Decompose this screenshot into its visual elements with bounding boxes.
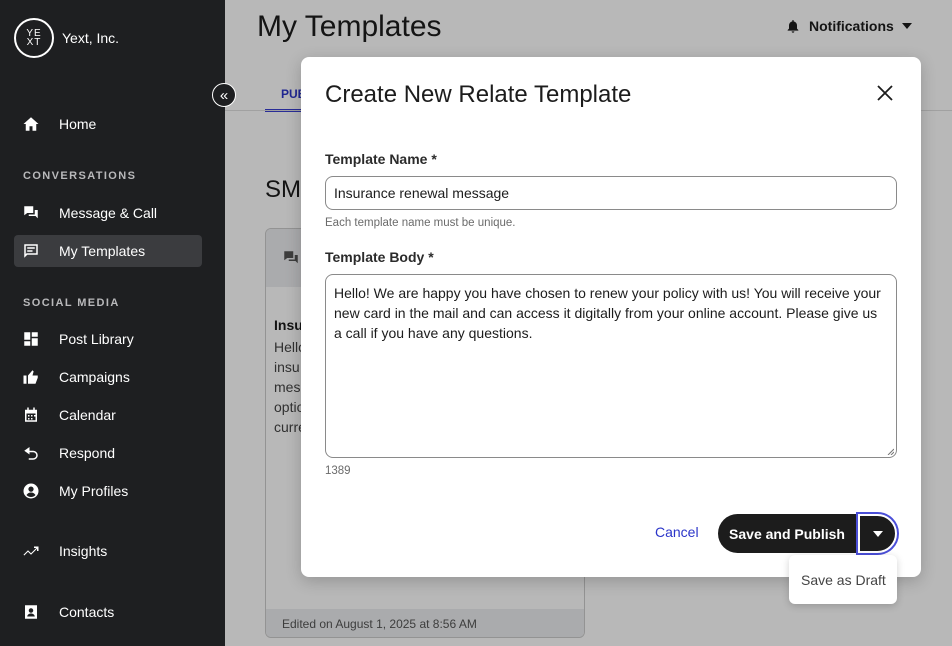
create-template-modal: Create New Relate Template Template Name… [301,57,921,577]
collapse-sidebar-button[interactable]: « [212,83,236,107]
modal-title: Create New Relate Template [325,81,632,108]
home-icon [22,115,40,133]
close-icon [877,85,893,101]
contacts-icon [22,603,40,621]
brand[interactable]: YE XT Yext, Inc. [14,18,119,58]
template-body-label: Template Body * [325,249,434,265]
sidebar-item-label: Calendar [59,407,116,423]
thumbs-up-icon [22,368,40,386]
sidebar-item-label: Message & Call [59,205,158,221]
chevron-down-icon [872,530,883,537]
template-body-input[interactable]: Hello! We are happy you have chosen to r… [325,274,897,458]
sidebar-item-label: Contacts [59,604,115,620]
sidebar-item-label: Campaigns [59,369,130,385]
save-and-publish-button[interactable]: Save and Publish [718,514,856,553]
cancel-button[interactable]: Cancel [655,524,699,540]
sidebar-item-message-call[interactable]: Message & Call [14,197,202,229]
reply-icon [22,444,40,462]
sidebar-item-label: My Templates [59,243,146,259]
grid-icon [22,330,40,348]
section-label-social-media: SOCIAL MEDIA [23,297,120,309]
sidebar-item-post-library[interactable]: Post Library [14,323,202,355]
sidebar-item-insights[interactable]: Insights [14,535,202,567]
section-label-conversations: CONVERSATIONS [23,170,137,182]
character-count: 1389 [325,465,351,477]
chat-icon [22,204,40,222]
resize-handle-icon[interactable] [886,447,894,455]
sidebar-item-label: My Profiles [59,483,129,499]
template-name-label: Template Name * [325,151,437,167]
sidebar-item-campaigns[interactable]: Campaigns [14,361,202,393]
close-button[interactable] [873,81,897,105]
save-options-dropdown-button[interactable] [856,512,899,555]
sidebar-item-label: Insights [59,543,108,559]
sidebar-item-my-profiles[interactable]: My Profiles [14,475,202,507]
sidebar-item-calendar[interactable]: Calendar [14,399,202,431]
sidebar-item-label: Home [59,116,97,132]
sidebar-item-respond[interactable]: Respond [14,437,202,469]
sidebar-item-label: Post Library [59,331,134,347]
sidebar-item-home[interactable]: Home [14,108,202,140]
brand-name: Yext, Inc. [62,30,120,46]
sidebar: YE XT Yext, Inc. Home CONVERSATIONS Messa… [0,0,225,646]
template-icon [22,242,40,260]
template-name-input[interactable] [325,176,897,210]
trend-icon [22,542,40,560]
sidebar-item-my-templates[interactable]: My Templates [14,235,202,267]
calendar-icon [22,406,40,424]
profile-icon [22,482,40,500]
save-as-draft-option[interactable]: Save as Draft [801,572,886,588]
save-options-menu: Save as Draft [789,555,897,604]
sidebar-item-contacts[interactable]: Contacts [14,596,202,628]
sidebar-item-label: Respond [59,445,116,461]
template-name-hint: Each template name must be unique. [325,217,516,229]
yext-logo: YE XT [14,18,54,58]
